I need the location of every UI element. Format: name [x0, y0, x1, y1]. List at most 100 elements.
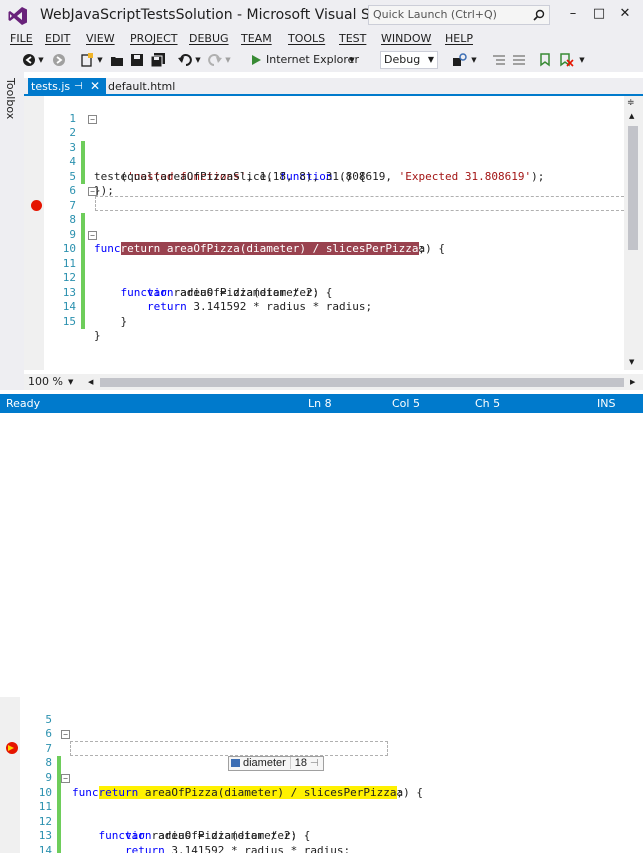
window-title: WebJavaScriptTestsSolution - Microsoft V…: [40, 7, 419, 23]
menu-team[interactable]: TEAM: [241, 30, 272, 48]
standard-toolbar: ▼ ▼ ▼ ▼ Internet Explorer ▼ Debug ▼ ▼ ▼: [0, 48, 643, 72]
data-tip-value[interactable]: 18: [289, 757, 308, 769]
tab-default-html[interactable]: default.html: [106, 78, 175, 94]
split-handle-icon[interactable]: ≑: [627, 98, 635, 108]
collapse-icon[interactable]: −: [88, 114, 97, 124]
menu-project[interactable]: PROJECT: [130, 30, 178, 48]
close-window-button[interactable]: ✕: [614, 4, 636, 24]
menu-bar: FILE EDIT VIEW PROJECT DEBUG TEAM TOOLS …: [0, 30, 643, 48]
minimize-button[interactable]: –: [562, 4, 584, 24]
maximize-button[interactable]: □: [588, 4, 610, 24]
code-line: 11 var radius = diameter / 2;: [0, 786, 643, 842]
code-line: 13 }: [0, 815, 643, 853]
code-text: }: [94, 314, 128, 328]
scroll-left-icon[interactable]: ◀: [88, 374, 93, 390]
variable-icon: [231, 759, 240, 767]
open-file-icon[interactable]: [110, 52, 124, 68]
back-dropdown-icon[interactable]: ▼: [37, 52, 45, 68]
tab-label: tests.js: [31, 80, 71, 93]
menu-tools[interactable]: TOOLS: [288, 30, 325, 48]
solution-configuration-value: Debug: [384, 53, 421, 66]
vertical-scrollbar[interactable]: ≑ ▲ ▼: [624, 96, 643, 370]
toolbar-overflow-icon[interactable]: ▼: [578, 52, 586, 68]
toolbox-rail: Toolbox: [0, 72, 24, 390]
collapse-icon[interactable]: −: [88, 230, 97, 240]
vertical-scroll-thumb[interactable]: [628, 126, 638, 250]
start-debugging-icon[interactable]: [250, 52, 262, 68]
status-insert-mode: INS: [597, 397, 616, 410]
back-icon[interactable]: [22, 52, 36, 68]
change-indicator: [81, 314, 85, 329]
code-line: 7 − function areaOfPizzaSlice(diameter, …: [24, 184, 624, 255]
chevron-down-icon: ▼: [427, 55, 434, 64]
line-number: 15: [62, 314, 76, 328]
undo-icon[interactable]: [178, 52, 192, 68]
menu-view[interactable]: VIEW: [86, 30, 115, 48]
pin-icon[interactable]: ⊣: [74, 78, 83, 95]
collapse-icon[interactable]: −: [61, 730, 70, 740]
quick-launch-input[interactable]: Quick Launch (Ctrl+Q): [368, 5, 550, 25]
save-all-icon[interactable]: [150, 52, 166, 68]
status-column: Col 5: [392, 397, 420, 410]
status-character: Ch 5: [475, 397, 501, 410]
comment-out-icon[interactable]: [492, 52, 506, 68]
code-line: 10 − function areaOfPizza(diameter) {: [0, 771, 643, 842]
save-icon[interactable]: [130, 52, 144, 68]
menu-file[interactable]: FILE: [10, 30, 33, 48]
forward-icon[interactable]: [52, 52, 66, 68]
redo-dropdown-icon[interactable]: ▼: [224, 52, 232, 68]
code-line-breakpoint: 8 return areaOfPizza(diameter) / slicesP…: [24, 199, 624, 255]
pin-icon[interactable]: ⊣: [310, 758, 319, 769]
code-line: 12 return 3.141592 * radius * radius;: [24, 257, 624, 313]
collapse-icon[interactable]: −: [88, 187, 97, 196]
scroll-up-icon[interactable]: ▲: [629, 112, 634, 120]
find-in-files-icon[interactable]: [452, 52, 468, 68]
new-dropdown-icon[interactable]: ▼: [96, 52, 104, 68]
undo-dropdown-icon[interactable]: ▼: [194, 52, 202, 68]
visual-studio-logo-icon: [8, 7, 27, 25]
code-line: 15: [24, 300, 624, 328]
menu-debug[interactable]: DEBUG: [189, 30, 229, 48]
zoom-level-select[interactable]: 100 %: [28, 374, 63, 390]
toggle-bookmark-icon[interactable]: [538, 52, 554, 68]
data-tip-name: diameter: [243, 757, 286, 769]
close-icon[interactable]: ✕: [90, 78, 100, 95]
zoom-dropdown-icon[interactable]: ▼: [68, 374, 73, 390]
data-tip[interactable]: diameter 18 ⊣: [228, 756, 324, 771]
clear-bookmarks-icon[interactable]: [558, 52, 574, 68]
browser-dropdown-icon[interactable]: ▼: [348, 52, 356, 68]
menu-edit[interactable]: EDIT: [45, 30, 70, 48]
scroll-down-icon[interactable]: ▼: [629, 358, 634, 366]
toolbox-tab[interactable]: Toolbox: [4, 78, 17, 119]
code-line: 10 − function areaOfPizza(diameter) {: [24, 228, 624, 299]
tab-tests-js[interactable]: tests.js ⊣ ✕: [28, 78, 106, 96]
redo-icon[interactable]: [208, 52, 222, 68]
start-browser-label[interactable]: Internet Explorer: [266, 53, 359, 67]
scroll-right-icon[interactable]: ▶: [630, 374, 635, 390]
horizontal-scroll-thumb[interactable]: [100, 378, 624, 387]
quick-launch-placeholder: Quick Launch (Ctrl+Q): [373, 8, 497, 21]
new-project-icon[interactable]: [80, 52, 94, 68]
debug-code-view[interactable]: 5 6 7 − function areaOfPizzaSlice(diamet…: [0, 697, 643, 853]
code-line: 3 equal(areaOfPizzaSlice(18, 8), 31.8086…: [24, 126, 624, 183]
find-dropdown-icon[interactable]: ▼: [470, 52, 478, 68]
code-line-current: 8 return areaOfPizza(diameter) / slicesP…: [0, 742, 643, 799]
code-line: 9: [24, 213, 624, 257]
code-line: 6: [24, 170, 624, 197]
code-text: }: [94, 329, 101, 342]
search-icon[interactable]: [533, 9, 545, 21]
code-line: 5: [24, 155, 624, 183]
editor-bottom-bar: 100 % ▼ ◀ ▶: [24, 374, 643, 390]
code-editor[interactable]: 1 2 − test('nested functions', 1, functi…: [24, 96, 643, 390]
code-line: 13 }: [24, 271, 624, 328]
collapse-icon[interactable]: −: [61, 774, 70, 783]
solution-configuration-select[interactable]: Debug ▼: [380, 51, 438, 69]
code-line: 14 }: [24, 286, 624, 342]
code-line: 1: [24, 97, 624, 125]
code-line: 7 − function areaOfPizzaSlice(diameter, …: [0, 727, 643, 799]
menu-help[interactable]: HELP: [445, 30, 473, 48]
menu-window[interactable]: WINDOW: [381, 30, 431, 48]
uncomment-icon[interactable]: [512, 52, 526, 68]
menu-test[interactable]: TEST: [339, 30, 366, 48]
code-line: 2 − test('nested functions', 1, function…: [24, 112, 624, 183]
